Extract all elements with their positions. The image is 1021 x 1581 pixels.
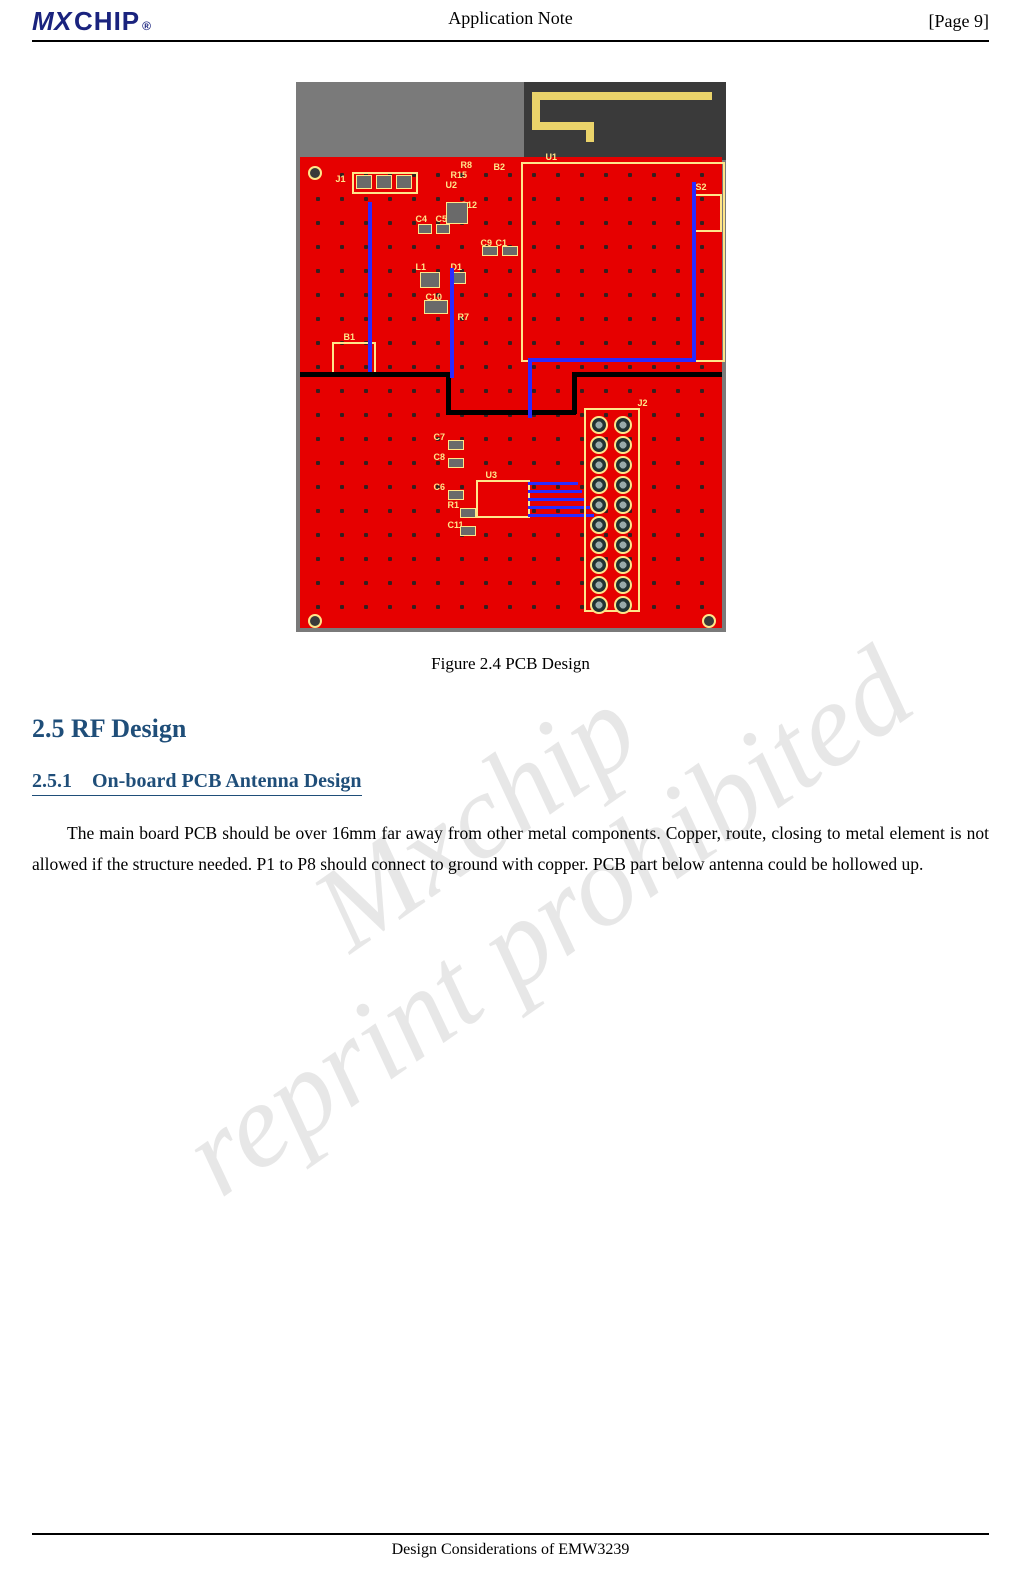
heading-2-5: 2.5 RF Design <box>32 714 989 744</box>
pcb-layout-image: U1 J1 S2 U2 R8 R15 B2 C4 C5 C12 C9 L1 D1… <box>296 82 726 632</box>
refdes-c7: C7 <box>434 432 446 442</box>
subheading-number: 2.5.1 <box>32 770 72 792</box>
refdes-u2: U2 <box>446 180 458 190</box>
footer-text: Design Considerations of EMW3239 <box>0 1541 1021 1559</box>
refdes-l1: L1 <box>416 262 427 272</box>
refdes-j1: J1 <box>336 174 346 184</box>
refdes-r8: R8 <box>461 160 473 170</box>
refdes-j2: J2 <box>638 398 648 408</box>
page-header: M X CHIP ® Application Note [Page 9] <box>32 0 989 42</box>
refdes-c6: C6 <box>434 482 446 492</box>
refdes-c4: C4 <box>416 214 428 224</box>
refdes-c8: C8 <box>434 452 446 462</box>
heading-number: 2.5 <box>32 714 65 743</box>
body-paragraph: The main board PCB should be over 16mm f… <box>32 818 989 879</box>
refdes-b2: B2 <box>494 162 506 172</box>
subheading-text: On-board PCB Antenna Design <box>92 770 362 792</box>
refdes-r7: R7 <box>458 312 470 322</box>
refdes-r1: R1 <box>448 500 460 510</box>
heading-text: RF Design <box>71 714 186 743</box>
refdes-u1: U1 <box>546 152 558 162</box>
refdes-s2: S2 <box>696 182 707 192</box>
footer-rule <box>32 1533 989 1535</box>
refdes-u3: U3 <box>486 470 498 480</box>
refdes-r15: R15 <box>451 170 468 180</box>
heading-2-5-1: 2.5.1 On-board PCB Antenna Design <box>32 770 362 796</box>
figure-2-4: U1 J1 S2 U2 R8 R15 B2 C4 C5 C12 C9 L1 D1… <box>32 82 989 674</box>
refdes-b1: B1 <box>344 332 356 342</box>
header-title: Application Note <box>0 8 1021 29</box>
header-rule <box>32 40 989 42</box>
figure-caption: Figure 2.4 PCB Design <box>431 654 590 674</box>
